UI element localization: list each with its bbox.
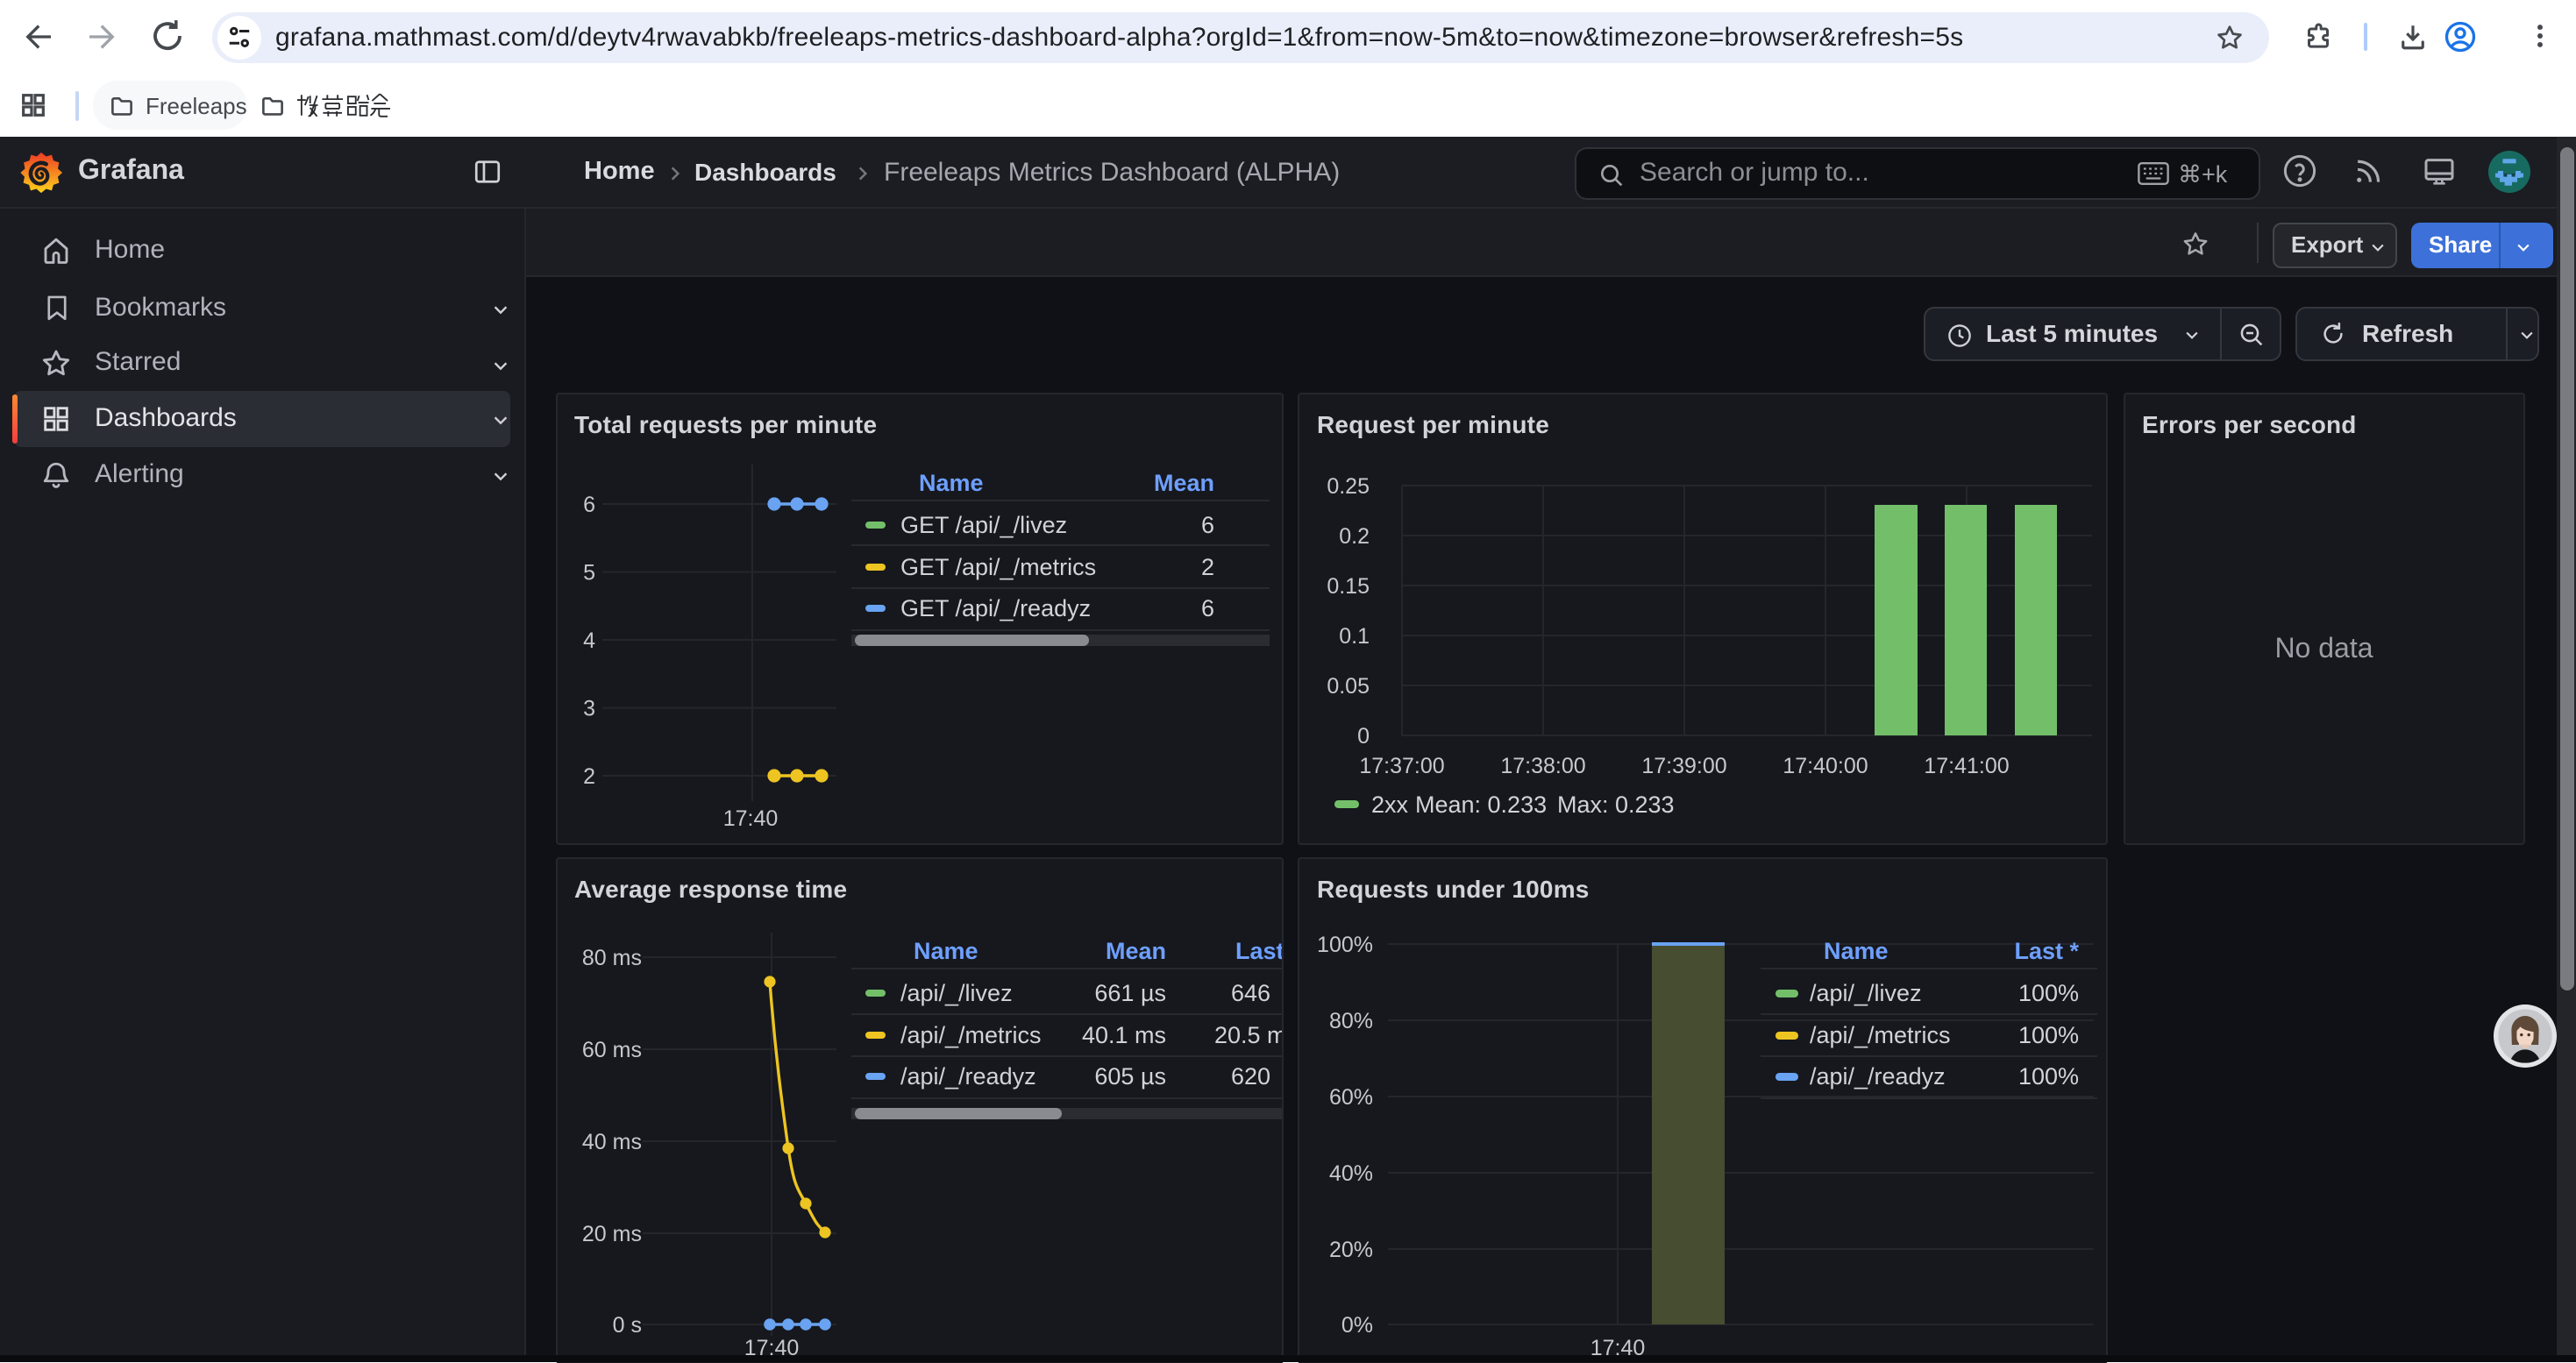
- svg-text:6: 6: [1200, 512, 1213, 538]
- svg-text:GET /api/_/livez: GET /api/_/livez: [900, 512, 1066, 538]
- svg-text:GET /api/_/metrics: GET /api/_/metrics: [900, 554, 1095, 580]
- svg-text:100%: 100%: [1317, 932, 1373, 956]
- svg-text:646: 646: [1230, 979, 1270, 1005]
- svg-text:0.2: 0.2: [1339, 524, 1370, 549]
- svg-text:/api/_/livez: /api/_/livez: [900, 979, 1012, 1005]
- svg-text:2: 2: [1200, 554, 1213, 580]
- svg-text:100%: 100%: [2018, 979, 2079, 1005]
- svg-text:Mean: Mean: [1105, 937, 1165, 963]
- svg-text:0 s: 0 s: [612, 1312, 641, 1337]
- svg-text:0: 0: [1357, 724, 1370, 749]
- svg-text:Name: Name: [913, 937, 978, 963]
- svg-text:/api/_/readyz: /api/_/readyz: [900, 1062, 1035, 1089]
- svg-text:0.1: 0.1: [1339, 624, 1370, 649]
- svg-text:17:41:00: 17:41:00: [1924, 754, 2009, 778]
- svg-text:20.5 m: 20.5 m: [1213, 1021, 1281, 1047]
- svg-text:5: 5: [582, 561, 594, 586]
- svg-text:Mean: Mean: [1153, 470, 1213, 496]
- svg-text:0.15: 0.15: [1327, 574, 1370, 599]
- svg-text:3: 3: [582, 697, 594, 721]
- svg-text:0%: 0%: [1341, 1312, 1373, 1337]
- svg-text:20 ms: 20 ms: [581, 1221, 641, 1246]
- svg-text:0.25: 0.25: [1327, 474, 1370, 499]
- svg-text:Last *: Last *: [2014, 937, 2079, 963]
- svg-text:/api/_/livez: /api/_/livez: [1810, 979, 1922, 1005]
- svg-text:GET /api/_/readyz: GET /api/_/readyz: [900, 595, 1090, 621]
- svg-text:17:40: 17:40: [722, 806, 778, 831]
- svg-text:620: 620: [1230, 1062, 1270, 1089]
- svg-text:Last: Last: [1235, 937, 1281, 963]
- svg-text:4: 4: [582, 628, 594, 653]
- svg-text:17:40:00: 17:40:00: [1783, 754, 1868, 778]
- svg-text:17:39:00: 17:39:00: [1641, 754, 1726, 778]
- svg-text:Max: 0.233: Max: 0.233: [1557, 792, 1675, 818]
- svg-text:40%: 40%: [1329, 1161, 1373, 1185]
- svg-text:0.05: 0.05: [1327, 674, 1370, 699]
- svg-text:Name: Name: [918, 470, 983, 496]
- svg-text:80%: 80%: [1329, 1008, 1373, 1033]
- svg-text:661 µs: 661 µs: [1093, 979, 1165, 1005]
- svg-text:17:37:00: 17:37:00: [1359, 754, 1444, 778]
- svg-text:605 µs: 605 µs: [1093, 1062, 1165, 1089]
- svg-text:Mean: 0.233: Mean: 0.233: [1415, 792, 1547, 818]
- svg-text:/api/_/readyz: /api/_/readyz: [1810, 1062, 1946, 1089]
- svg-text:17:38:00: 17:38:00: [1500, 754, 1585, 778]
- svg-text:20%: 20%: [1329, 1237, 1373, 1261]
- svg-text:Name: Name: [1824, 937, 1889, 963]
- svg-text:/api/_/metrics: /api/_/metrics: [1810, 1021, 1951, 1047]
- svg-text:6: 6: [1200, 595, 1213, 621]
- svg-text:2: 2: [582, 764, 594, 789]
- svg-text:60 ms: 60 ms: [581, 1037, 641, 1061]
- svg-text:6: 6: [582, 493, 594, 517]
- svg-text:2xx: 2xx: [1371, 792, 1409, 818]
- svg-text:40.1 ms: 40.1 ms: [1081, 1021, 1165, 1047]
- svg-text:80 ms: 80 ms: [581, 945, 641, 969]
- svg-text:100%: 100%: [2018, 1021, 2079, 1047]
- svg-text:60%: 60%: [1329, 1084, 1373, 1109]
- svg-text:100%: 100%: [2018, 1062, 2079, 1089]
- svg-text:40 ms: 40 ms: [581, 1129, 641, 1154]
- svg-text:/api/_/metrics: /api/_/metrics: [900, 1021, 1041, 1047]
